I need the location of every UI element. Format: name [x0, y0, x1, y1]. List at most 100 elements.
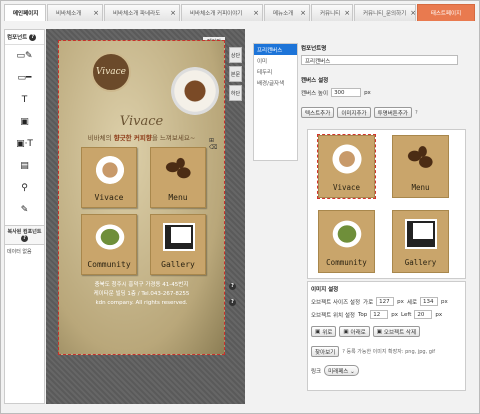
move-up-button[interactable]: ▣ 위로: [311, 326, 337, 337]
canvas-image-community[interactable]: Community: [318, 210, 375, 273]
tree-item-image[interactable]: 이미: [254, 55, 297, 66]
tab-test-page[interactable]: 태스트페이지: [417, 4, 475, 21]
tagline-highlight: 향긋한 커피향: [113, 134, 152, 142]
unit-label: px: [391, 311, 399, 318]
tab-community[interactable]: 커뮤니티 ×: [311, 4, 353, 21]
tab-label: 메뉴소개: [273, 11, 294, 17]
width-input[interactable]: 127: [376, 297, 395, 306]
tagline-part: 을 느껴보세요~: [151, 134, 196, 142]
tree-item-bg-color[interactable]: 배경/글자색: [254, 77, 297, 88]
section-top-button[interactable]: 상단: [229, 47, 242, 63]
add-buttons-row: 텍스트추가 이미지추가 투명버튼추가 ?: [301, 107, 466, 118]
leaf-plate-icon: [331, 219, 363, 249]
move-down-button[interactable]: ▣ 아래로: [339, 326, 370, 337]
link-label: 링크: [311, 368, 322, 375]
add-image-button[interactable]: 이미지추가: [337, 107, 371, 118]
line-tool-icon[interactable]: ▭━: [5, 67, 44, 89]
browse-row: 찾아보기 ? 등록 가능한 이미지 확장자: png, jpg, gif: [311, 346, 462, 357]
canvas-image-menu[interactable]: Menu: [392, 135, 449, 198]
tile-vivace[interactable]: Vivace: [81, 147, 137, 208]
browse-hint: ? 등록 가능한 이미지 확장자: png, jpg, gif: [342, 349, 436, 355]
help-icon[interactable]: ?: [29, 33, 37, 41]
delete-object-button[interactable]: ▣ 오브젝트 삭제: [372, 326, 421, 337]
height-label: 세로: [406, 299, 418, 306]
tile-label: Community: [87, 260, 131, 269]
footer-address: 충북도 청주시 흥덕구 가경동 41-45번지: [94, 282, 189, 288]
palette-header: 컴포넌트?: [5, 30, 44, 45]
component-tool-icons[interactable]: ⊞ ⌫: [209, 137, 224, 151]
footer-info: 충북도 청주시 흥덕구 가경동 41-45번지 케이타운 빌딩 1층 / Tel…: [59, 281, 224, 308]
tree-item-free-canvas[interactable]: 프리캔버스: [254, 44, 297, 55]
editor-canvas: 페이지 Vivace Vivace 비바체의 향긋한 커피향을 느껴보세요~ ⊞…: [46, 29, 245, 404]
link-select[interactable]: 미래페스 ⌄: [324, 365, 359, 376]
empty-state-text: 데이터 없음: [7, 249, 32, 255]
up-icon: ▣: [315, 328, 321, 335]
tab-label: 메인페이지: [13, 11, 39, 17]
add-text-button[interactable]: 텍스트추가: [301, 107, 335, 118]
canvas-height-input[interactable]: 300: [331, 88, 362, 97]
unit-label: px: [397, 298, 404, 305]
board-tool-icon[interactable]: ✎: [5, 199, 44, 221]
photo-stack-icon: [163, 223, 195, 251]
size-label: 오브젝트 사이즈 설정: [311, 299, 361, 306]
close-icon[interactable]: ×: [166, 9, 176, 17]
tab-bar: 메인페이지 비바체소개 × 비바체소개 파네라도 × 비바체소개 커피이야기 × 메뉴…: [4, 4, 478, 21]
vivace-logo: Vivace: [91, 52, 131, 92]
help-icon[interactable]: ?: [415, 110, 418, 116]
canvas-image-vivace[interactable]: Vivace: [317, 134, 376, 199]
help-icon[interactable]: ?: [229, 299, 236, 306]
tile-community[interactable]: Community: [81, 214, 137, 275]
canvas-image-gallery[interactable]: Gallery: [392, 210, 449, 273]
section-body-button[interactable]: 본문: [229, 66, 242, 82]
free-canvas-preview: Vivace Menu Community Gallery: [307, 129, 466, 279]
unit-label: px: [364, 89, 371, 96]
component-palette: 컴포넌트? ▭✎ ▭━ T ▣ ▣·T ▤ ⚲ ✎ 복사된 컴포넌트? 데이터 …: [4, 29, 45, 404]
tree-item-border[interactable]: 테두리: [254, 66, 297, 77]
tab-community-inquiry[interactable]: 커뮤니티_문의하기 ×: [354, 4, 416, 21]
tagline-part: 비바체의: [87, 134, 114, 142]
down-icon: ▣: [343, 328, 349, 335]
section-bottom-button[interactable]: 하단: [229, 85, 242, 101]
close-icon[interactable]: ×: [89, 9, 99, 17]
app-window: 메인페이지 비바체소개 × 비바체소개 파네라도 × 비바체소개 커피이야기 × 메뉴…: [0, 0, 480, 414]
tab-vivace-intro[interactable]: 비바체소개 ×: [47, 4, 103, 21]
text-tool-icon[interactable]: T: [5, 89, 44, 111]
order-buttons-row: ▣ 위로 ▣ 아래로 ▣ 오브젝트 삭제: [311, 326, 462, 337]
tagline: 비바체의 향긋한 커피향을 느껴보세요~: [59, 132, 224, 142]
top-input[interactable]: 12: [370, 310, 389, 319]
map-pin-tool-icon[interactable]: ⚲: [5, 177, 44, 199]
coffee-beans-icon: [163, 156, 195, 184]
left-input[interactable]: 20: [414, 310, 433, 319]
leaf-plate-icon: [94, 223, 126, 251]
height-input[interactable]: 134: [420, 297, 439, 306]
image-settings-panel: 이미지 설정 오브젝트 사이즈 설정 가로 127 px 세로 134 px 오…: [307, 281, 466, 391]
close-icon[interactable]: ×: [296, 9, 306, 17]
tile-label: Vivace: [332, 183, 361, 192]
tab-vivace-coffee-story[interactable]: 비바체소개 커피이야기 ×: [181, 4, 263, 21]
image-tool-icon[interactable]: ▣: [5, 111, 44, 133]
help-icon[interactable]: ?: [229, 283, 236, 290]
close-icon[interactable]: ×: [340, 9, 350, 17]
tile-menu[interactable]: Menu: [150, 147, 206, 208]
tab-label: 커뮤니티_문의하기: [363, 11, 407, 17]
add-transparent-button[interactable]: 투명버튼추가: [373, 107, 412, 118]
left-label: Left: [401, 311, 412, 318]
image-text-tool-icon[interactable]: ▣·T: [5, 133, 44, 155]
video-tool-icon[interactable]: ▤: [5, 155, 44, 177]
size-row: 오브젝트 사이즈 설정 가로 127 px 세로 134 px: [311, 297, 462, 306]
tab-menu-intro[interactable]: 메뉴소개 ×: [264, 4, 310, 21]
browse-button[interactable]: 찾아보기: [311, 346, 340, 357]
close-icon[interactable]: ×: [406, 9, 415, 17]
latte-icon: [331, 144, 363, 174]
tile-gallery[interactable]: Gallery: [150, 214, 206, 275]
help-icon[interactable]: ?: [21, 235, 28, 242]
text-box-tool-icon[interactable]: ▭✎: [5, 45, 44, 67]
image-settings-title: 이미지 설정: [311, 287, 339, 293]
position-label: 오브젝트 위치 설정: [311, 312, 355, 319]
tab-vivace-panerado[interactable]: 비바체소개 파네라도 ×: [104, 4, 180, 21]
coffee-beans-icon: [405, 144, 437, 174]
tab-main-page[interactable]: 메인페이지: [4, 4, 46, 21]
close-icon[interactable]: ×: [249, 9, 259, 17]
component-name-input[interactable]: 프리캔버스: [301, 55, 458, 65]
mobile-preview[interactable]: Vivace Vivace 비바체의 향긋한 커피향을 느껴보세요~ ⊞ ⌫ V…: [58, 40, 225, 355]
